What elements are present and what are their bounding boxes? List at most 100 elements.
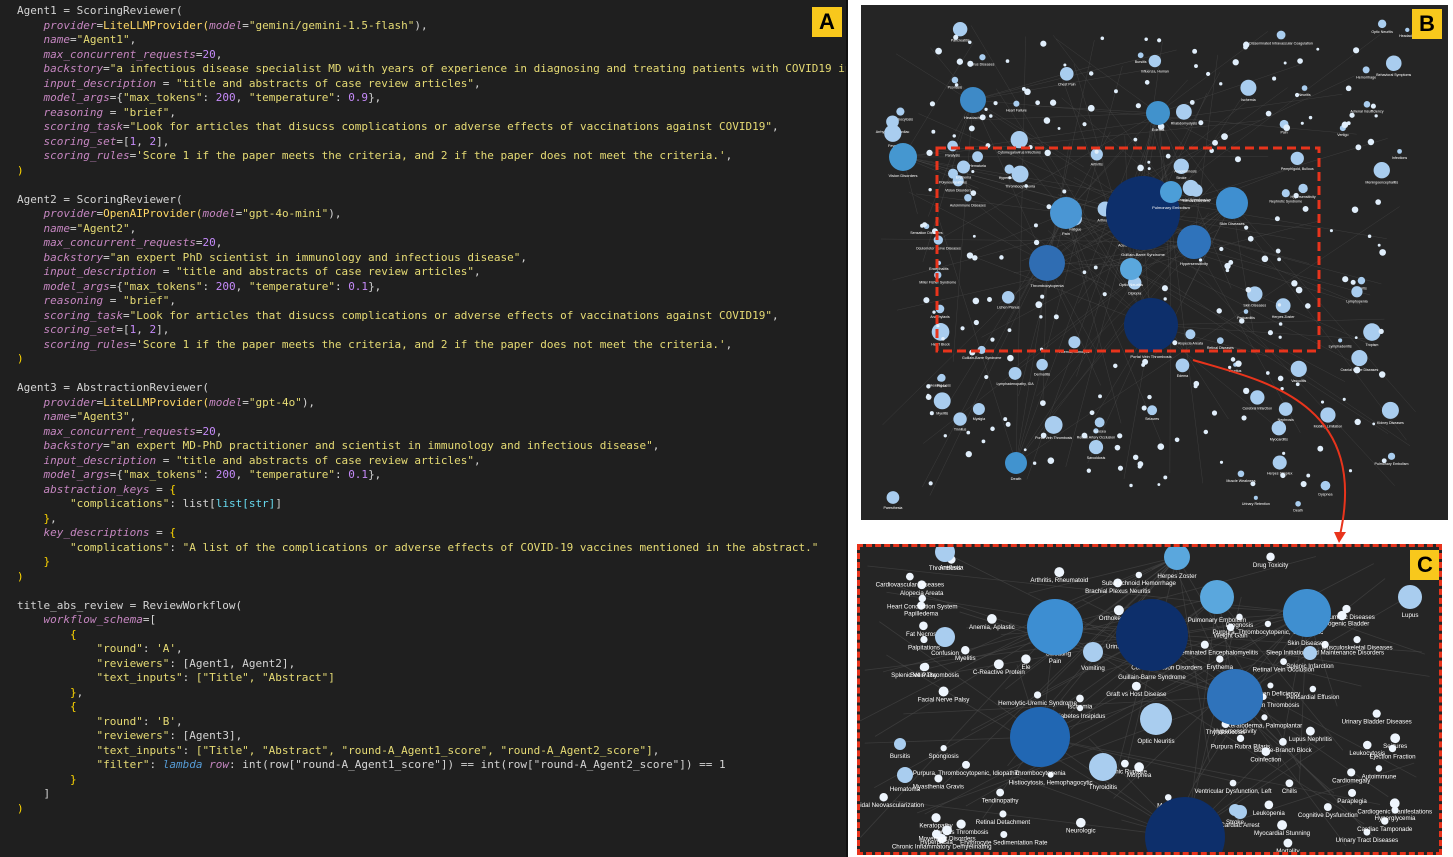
graph-node[interactable]	[942, 825, 952, 836]
graph-node[interactable]	[896, 107, 905, 116]
graph-node[interactable]	[1267, 682, 1274, 689]
graph-hub-node[interactable]	[1146, 101, 1170, 125]
graph-node[interactable]	[961, 646, 970, 655]
graph-hub-node[interactable]	[1177, 225, 1211, 259]
graph-node[interactable]	[1147, 405, 1158, 416]
graph-node[interactable]	[1001, 291, 1015, 304]
graph-node[interactable]	[1176, 103, 1192, 120]
graph-node[interactable]	[1305, 726, 1315, 736]
graph-node[interactable]	[1351, 349, 1368, 367]
graph-hub-node[interactable]	[1116, 599, 1188, 671]
graph-node[interactable]	[1216, 337, 1224, 344]
graph-node[interactable]	[1175, 358, 1190, 373]
graph-node[interactable]	[1279, 738, 1287, 746]
graph-node[interactable]	[1390, 733, 1401, 744]
graph-node[interactable]	[1140, 703, 1172, 735]
graph-node[interactable]	[934, 774, 943, 783]
graph-node[interactable]	[996, 788, 1005, 797]
graph-node[interactable]	[934, 271, 942, 279]
graph-node[interactable]	[1351, 286, 1363, 298]
graph-node[interactable]	[956, 160, 970, 174]
graph-node[interactable]	[1398, 585, 1422, 609]
graph-node[interactable]	[1337, 610, 1347, 621]
graph-node[interactable]	[1240, 79, 1257, 96]
graph-node[interactable]	[1013, 100, 1020, 107]
graph-node[interactable]	[1387, 452, 1396, 460]
graph-node[interactable]	[1075, 817, 1086, 828]
graph-hub-node[interactable]	[889, 143, 917, 171]
graph-hub-node[interactable]	[1005, 452, 1027, 474]
graph-node[interactable]	[1054, 567, 1065, 578]
graph-node[interactable]	[972, 151, 983, 163]
graph-node[interactable]	[977, 345, 986, 354]
graph-node[interactable]	[1185, 329, 1196, 340]
graph-node[interactable]	[987, 614, 997, 624]
graph-node[interactable]	[1229, 779, 1237, 787]
graph-node[interactable]	[1362, 740, 1372, 750]
graph-node[interactable]	[1008, 366, 1022, 380]
graph-node[interactable]	[1388, 744, 1397, 753]
graph-node[interactable]	[933, 392, 951, 410]
graph-node[interactable]	[1377, 19, 1387, 29]
graph-node[interactable]	[1148, 54, 1162, 68]
graph-node[interactable]	[1391, 806, 1399, 814]
graph-node[interactable]	[1011, 165, 1029, 183]
graph-node[interactable]	[1113, 605, 1124, 616]
graph-node[interactable]	[1266, 552, 1275, 562]
graph-node[interactable]	[879, 793, 888, 802]
graph-node[interactable]	[1036, 358, 1048, 371]
graph-node[interactable]	[1137, 52, 1144, 59]
graph-node[interactable]	[1033, 691, 1042, 699]
graph-node[interactable]	[884, 124, 902, 142]
graph-node[interactable]	[1094, 417, 1105, 428]
graph-node[interactable]	[1405, 27, 1410, 33]
graph-node[interactable]	[979, 54, 986, 61]
graph-node[interactable]	[993, 659, 1004, 670]
graph-node[interactable]	[1264, 800, 1274, 810]
graph-hub-node[interactable]	[1200, 580, 1234, 614]
graph-hub-node[interactable]	[1027, 599, 1083, 655]
graph-node[interactable]	[1375, 765, 1383, 772]
graph-node[interactable]	[1348, 788, 1357, 797]
graph-node[interactable]	[999, 810, 1007, 818]
graph-node[interactable]	[1372, 709, 1381, 718]
graph-node[interactable]	[947, 140, 958, 152]
graph-node[interactable]	[935, 627, 955, 647]
graph-node[interactable]	[951, 76, 959, 84]
graph-hub-node[interactable]	[1050, 197, 1082, 229]
graph-node[interactable]	[962, 760, 970, 769]
graph-node[interactable]	[1283, 838, 1293, 848]
graph-node[interactable]	[1298, 183, 1308, 194]
graph-node[interactable]	[894, 738, 906, 750]
graph-node[interactable]	[1295, 500, 1301, 507]
graph-hub-node[interactable]	[1160, 181, 1182, 203]
graph-node[interactable]	[1089, 753, 1117, 781]
graph-node[interactable]	[919, 621, 928, 631]
graph-node[interactable]	[1309, 685, 1317, 693]
graph-node[interactable]	[1353, 636, 1361, 644]
graph-hub-node[interactable]	[1216, 187, 1248, 219]
graph-node[interactable]	[1373, 162, 1390, 179]
graph-node[interactable]	[1303, 646, 1317, 660]
graph-node[interactable]	[1357, 276, 1366, 285]
graph-node[interactable]	[1271, 420, 1287, 436]
graph-node[interactable]	[1010, 130, 1028, 149]
graph-node[interactable]	[1237, 470, 1245, 478]
graph-node[interactable]	[1290, 360, 1307, 378]
graph-node[interactable]	[1347, 768, 1356, 777]
graph-node[interactable]	[1135, 571, 1143, 579]
graph-node[interactable]	[1320, 407, 1336, 423]
graph-node[interactable]	[972, 403, 985, 416]
graph-node[interactable]	[937, 373, 946, 382]
graph-node[interactable]	[1261, 714, 1268, 721]
graph-node[interactable]	[918, 594, 926, 603]
graph-node[interactable]	[935, 304, 945, 314]
graph-node[interactable]	[1076, 705, 1084, 712]
graph-node[interactable]	[1076, 694, 1084, 703]
graph-node[interactable]	[1021, 654, 1031, 664]
graph-node[interactable]	[897, 767, 913, 783]
graph-hub-node[interactable]	[1010, 707, 1070, 767]
graph-node[interactable]	[952, 21, 968, 37]
graph-hub-node[interactable]	[1207, 669, 1263, 725]
graph-node[interactable]	[956, 819, 966, 829]
